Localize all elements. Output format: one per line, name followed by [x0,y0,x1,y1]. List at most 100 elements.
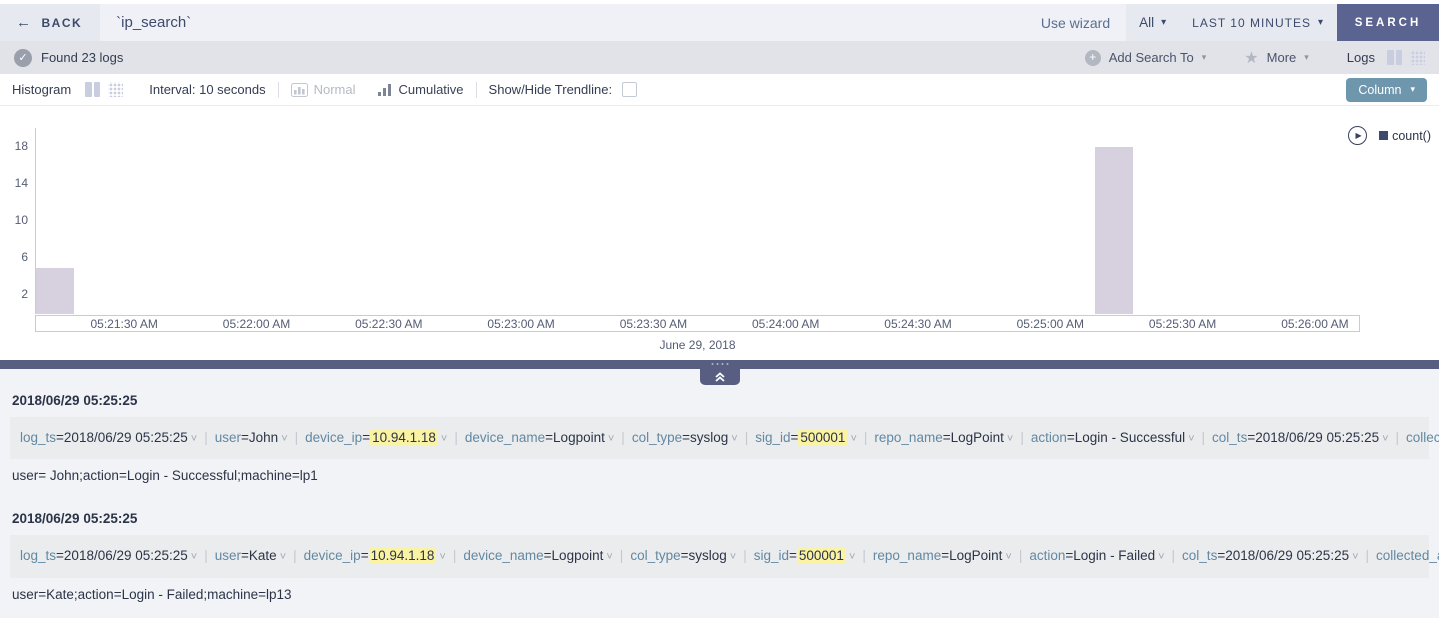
grid-view-icon[interactable] [108,82,123,97]
log-field-col_type[interactable]: col_type=syslog˅ [630,548,736,563]
chevron-down-icon: ˅ [1005,551,1011,563]
field-value: Login - Failed [1073,548,1155,563]
result-status-bar: ✓ Found 23 logs + Add Search To ▾ ★ More… [0,41,1439,74]
chevron-down-icon: ˅ [191,551,197,563]
log-field-col_ts[interactable]: col_ts=2018/06/29 05:25:25˅ [1182,548,1358,563]
add-search-to-dropdown[interactable]: + Add Search To ▾ [1085,50,1207,66]
chart-legend: ▶ count() [1348,126,1431,145]
field-separator: | [862,548,866,563]
field-separator: | [745,430,749,445]
normal-mode-button[interactable]: Normal [291,82,356,97]
back-label: BACK [42,16,83,30]
field-value: John [249,430,278,445]
y-tick-label: 2 [21,287,28,301]
log-field-action[interactable]: action=Login - Successful˅ [1031,430,1195,445]
chevron-down-icon: ˅ [1188,433,1194,445]
collapse-panel-button[interactable] [700,369,740,385]
ascending-bars-icon [378,83,393,96]
logs-view-label: Logs [1347,50,1375,65]
field-key: device_name [463,548,543,563]
log-field-sig_id[interactable]: sig_id=500001˅ [754,548,856,563]
chevron-down-icon: ˅ [731,433,737,445]
field-value: syslog [690,430,728,445]
field-separator: | [1366,548,1370,563]
y-tick-label: 18 [15,139,28,153]
y-tick-label: 6 [21,250,28,264]
chevron-down-icon: ˅ [849,551,855,563]
grid-view-icon[interactable] [1410,50,1425,65]
double-chevron-up-icon [714,372,726,382]
back-button[interactable]: ← BACK [0,4,100,41]
field-key: repo_name [873,548,941,563]
search-query-input[interactable]: `ip_search` Use wizard [100,4,1126,41]
log-field-col_ts[interactable]: col_ts=2018/06/29 05:25:25˅ [1212,430,1388,445]
log-field-device_ip[interactable]: device_ip=10.94.1.18˅ [305,430,447,445]
log-field-repo_name[interactable]: repo_name=LogPoint˅ [873,548,1012,563]
star-icon: ★ [1244,48,1258,68]
log-field-log_ts[interactable]: log_ts=2018/06/29 05:25:25˅ [20,430,197,445]
field-value: 500001 [797,548,846,563]
field-separator: | [1020,430,1024,445]
cumulative-mode-button[interactable]: Cumulative [378,82,464,97]
field-separator: | [1019,548,1023,563]
search-button[interactable]: SEARCH [1337,4,1439,41]
more-label: More [1267,50,1297,65]
chevron-down-icon: ▾ [1410,84,1415,95]
chevron-down-icon: ˅ [1007,433,1013,445]
chevron-down-icon: ▾ [1304,52,1309,63]
chevron-down-icon: ▾ [1202,52,1207,63]
field-key: action [1029,548,1065,563]
log-entry: 2018/06/29 05:25:25 log_ts=2018/06/29 05… [10,393,1429,483]
field-value: 2018/06/29 05:25:25 [1255,430,1379,445]
field-separator: | [204,430,208,445]
normal-mode-label: Normal [314,82,356,97]
add-search-to-label: Add Search To [1109,50,1194,65]
log-field-collected_at[interactable]: collected_at=LogPoint˅ [1406,430,1439,445]
log-field-sig_id[interactable]: sig_id=500001˅ [755,430,857,445]
field-value: LogPoint [951,430,1004,445]
cumulative-mode-label: Cumulative [399,82,464,97]
split-view-icon[interactable] [85,82,100,97]
time-range-dropdown[interactable]: LAST 10 MINUTES ▾ [1179,4,1337,41]
log-field-action[interactable]: action=Login - Failed˅ [1029,548,1164,563]
repo-scope-dropdown[interactable]: All ▾ [1126,4,1179,41]
x-tick-label: 05:22:30 AM [355,317,422,331]
chevron-down-icon: ▾ [1318,17,1324,28]
field-value: 10.94.1.18 [369,548,437,563]
log-field-user[interactable]: user=John˅ [215,430,288,445]
field-key: col_ts [1182,548,1217,563]
log-field-device_name[interactable]: device_name=Logpoint˅ [463,548,612,563]
field-separator: | [453,548,457,563]
field-key: log_ts [20,548,56,563]
legend-item-count[interactable]: count() [1379,129,1431,143]
field-key: device_ip [305,430,362,445]
histogram-label: Histogram [12,82,71,97]
log-field-device_name[interactable]: device_name=Logpoint˅ [465,430,614,445]
more-dropdown[interactable]: ★ More ▾ [1244,48,1309,68]
log-field-user[interactable]: user=Kate˅ [215,548,286,563]
divider [278,82,279,98]
legend-swatch [1379,131,1388,140]
x-axis-date-label: June 29, 2018 [35,338,1360,352]
chart-type-column-dropdown[interactable]: Column ▾ [1346,78,1427,102]
field-value: 500001 [798,430,847,445]
field-separator: | [621,430,625,445]
log-field-log_ts[interactable]: log_ts=2018/06/29 05:25:25˅ [20,548,197,563]
log-timestamp: 2018/06/29 05:25:25 [10,511,1429,526]
log-field-device_ip[interactable]: device_ip=10.94.1.18˅ [304,548,446,563]
trendline-checkbox[interactable] [622,82,637,97]
log-results-panel: 2018/06/29 05:25:25 log_ts=2018/06/29 05… [0,360,1439,618]
field-separator: | [620,548,624,563]
use-wizard-link[interactable]: Use wizard [1041,15,1110,31]
log-field-col_type[interactable]: col_type=syslog˅ [632,430,738,445]
field-value: syslog [689,548,727,563]
log-field-collected_at[interactable]: collected_at=LogPoint˅ [1376,548,1439,563]
histogram-bar[interactable] [36,268,74,315]
field-value: Logpoint [553,430,605,445]
chevron-down-icon: ˅ [441,433,447,445]
log-field-repo_name[interactable]: repo_name=LogPoint˅ [874,430,1013,445]
split-view-icon[interactable] [1387,50,1402,65]
histogram-bar[interactable] [1095,147,1133,314]
status-actions: + Add Search To ▾ ★ More ▾ Logs [1085,48,1425,68]
search-query-text: `ip_search` [116,14,1041,31]
